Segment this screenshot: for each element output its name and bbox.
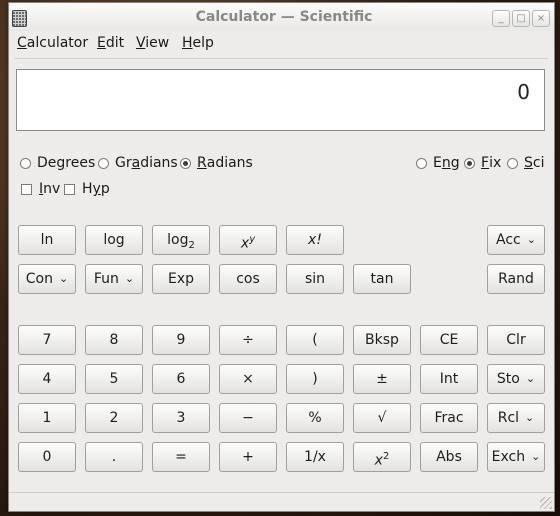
exp-button[interactable]: Exp: [152, 264, 210, 294]
chevron-down-icon: ⌄: [531, 450, 541, 463]
menu-view[interactable]: View: [136, 35, 169, 51]
close-icon[interactable]: ×: [532, 10, 550, 27]
radio-fix[interactable]: Fix: [464, 155, 501, 171]
digit-1-button[interactable]: 1: [18, 403, 76, 433]
clear-entry-button[interactable]: CE: [420, 325, 478, 355]
constants-button[interactable]: Con ⌄: [18, 264, 76, 294]
minimize-icon[interactable]: _: [492, 10, 510, 27]
log-button[interactable]: log: [85, 225, 143, 255]
resize-grip-icon[interactable]: [540, 497, 552, 509]
equals-button[interactable]: =: [152, 442, 210, 472]
cos-button[interactable]: cos: [219, 264, 277, 294]
calculator-window: Calculator — Scientific _ □ × Calculator…: [8, 2, 555, 512]
square-root-button[interactable]: √: [353, 403, 411, 433]
integer-button[interactable]: Int: [420, 364, 478, 394]
accuracy-button[interactable]: Acc ⌄: [487, 225, 545, 255]
digit-2-button[interactable]: 2: [85, 403, 143, 433]
digit-9-button[interactable]: 9: [152, 325, 210, 355]
radians-radio-icon[interactable]: [180, 157, 191, 169]
menu-edit[interactable]: Edit: [97, 35, 124, 51]
menu-separator: [15, 58, 548, 59]
window-title: Calculator — Scientific: [195, 9, 373, 25]
close-paren-button[interactable]: ): [286, 364, 344, 394]
square-button[interactable]: x2: [353, 442, 411, 472]
digit-6-button[interactable]: 6: [152, 364, 210, 394]
digit-4-button[interactable]: 4: [18, 364, 76, 394]
radio-eng[interactable]: Eng: [416, 155, 460, 171]
result-display[interactable]: 0: [16, 69, 545, 131]
title-bar[interactable]: Calculator — Scientific _ □ ×: [9, 3, 554, 31]
functions-button[interactable]: Fun ⌄: [85, 264, 143, 294]
sci-radio-icon[interactable]: [507, 157, 518, 169]
exchange-button[interactable]: Exch ⌄: [487, 442, 545, 472]
absolute-button[interactable]: Abs: [420, 442, 478, 472]
menu-help[interactable]: Help: [182, 35, 214, 51]
divide-button[interactable]: ÷: [219, 325, 277, 355]
chevron-down-icon: ⌄: [59, 272, 69, 285]
fraction-button[interactable]: Frac: [420, 403, 478, 433]
digit-0-button[interactable]: 0: [18, 442, 76, 472]
menu-calculator[interactable]: Calculator: [17, 35, 88, 51]
log2-button[interactable]: log2: [152, 225, 210, 255]
eng-radio-icon[interactable]: [416, 157, 427, 169]
digit-5-button[interactable]: 5: [85, 364, 143, 394]
hyp-checkbox-icon[interactable]: [64, 183, 75, 195]
multiply-button[interactable]: ×: [219, 364, 277, 394]
ln-button[interactable]: ln: [18, 225, 76, 255]
subtract-button[interactable]: −: [219, 403, 277, 433]
display-value: 0: [517, 80, 530, 104]
radio-degrees[interactable]: De g rees: [20, 155, 95, 171]
fix-radio-icon[interactable]: [464, 157, 475, 169]
calculator-icon[interactable]: [12, 10, 27, 27]
inv-checkbox-icon[interactable]: [21, 183, 32, 195]
radio-sci[interactable]: Sci: [507, 155, 544, 171]
factorial-button[interactable]: x!: [286, 225, 344, 255]
decimal-point-button[interactable]: .: [85, 442, 143, 472]
random-button[interactable]: Rand: [487, 264, 545, 294]
maximize-icon[interactable]: □: [512, 10, 530, 27]
power-button[interactable]: xy: [219, 225, 277, 255]
backspace-button[interactable]: Bksp: [353, 325, 411, 355]
radio-radians[interactable]: Radians: [180, 155, 253, 171]
store-button[interactable]: Sto ⌄: [487, 364, 545, 394]
chevron-down-icon: ⌄: [525, 372, 536, 385]
checkbox-inv[interactable]: Inv: [21, 181, 60, 197]
clear-button[interactable]: Clr: [487, 325, 545, 355]
open-paren-button[interactable]: (: [286, 325, 344, 355]
digit-7-button[interactable]: 7: [18, 325, 76, 355]
degrees-radio-icon[interactable]: [20, 157, 31, 169]
digit-3-button[interactable]: 3: [152, 403, 210, 433]
gradians-radio-icon[interactable]: [98, 157, 109, 169]
status-bar: [9, 492, 554, 511]
menu-bar: Calculator Edit View Help: [9, 33, 554, 57]
sin-button[interactable]: sin: [286, 264, 344, 294]
chevron-down-icon: ⌄: [525, 411, 535, 424]
tan-button[interactable]: tan: [353, 264, 411, 294]
radio-gradians[interactable]: Gr a dians: [98, 155, 178, 171]
checkbox-hyp[interactable]: Hyp: [64, 181, 110, 197]
chevron-down-icon: ⌄: [124, 272, 135, 285]
add-button[interactable]: +: [219, 442, 277, 472]
digit-8-button[interactable]: 8: [85, 325, 143, 355]
recall-button[interactable]: Rcl ⌄: [487, 403, 545, 433]
chevron-down-icon: ⌄: [526, 233, 536, 246]
percent-button[interactable]: %: [286, 403, 344, 433]
plus-minus-button[interactable]: ±: [353, 364, 411, 394]
reciprocal-button[interactable]: 1/x: [286, 442, 344, 472]
